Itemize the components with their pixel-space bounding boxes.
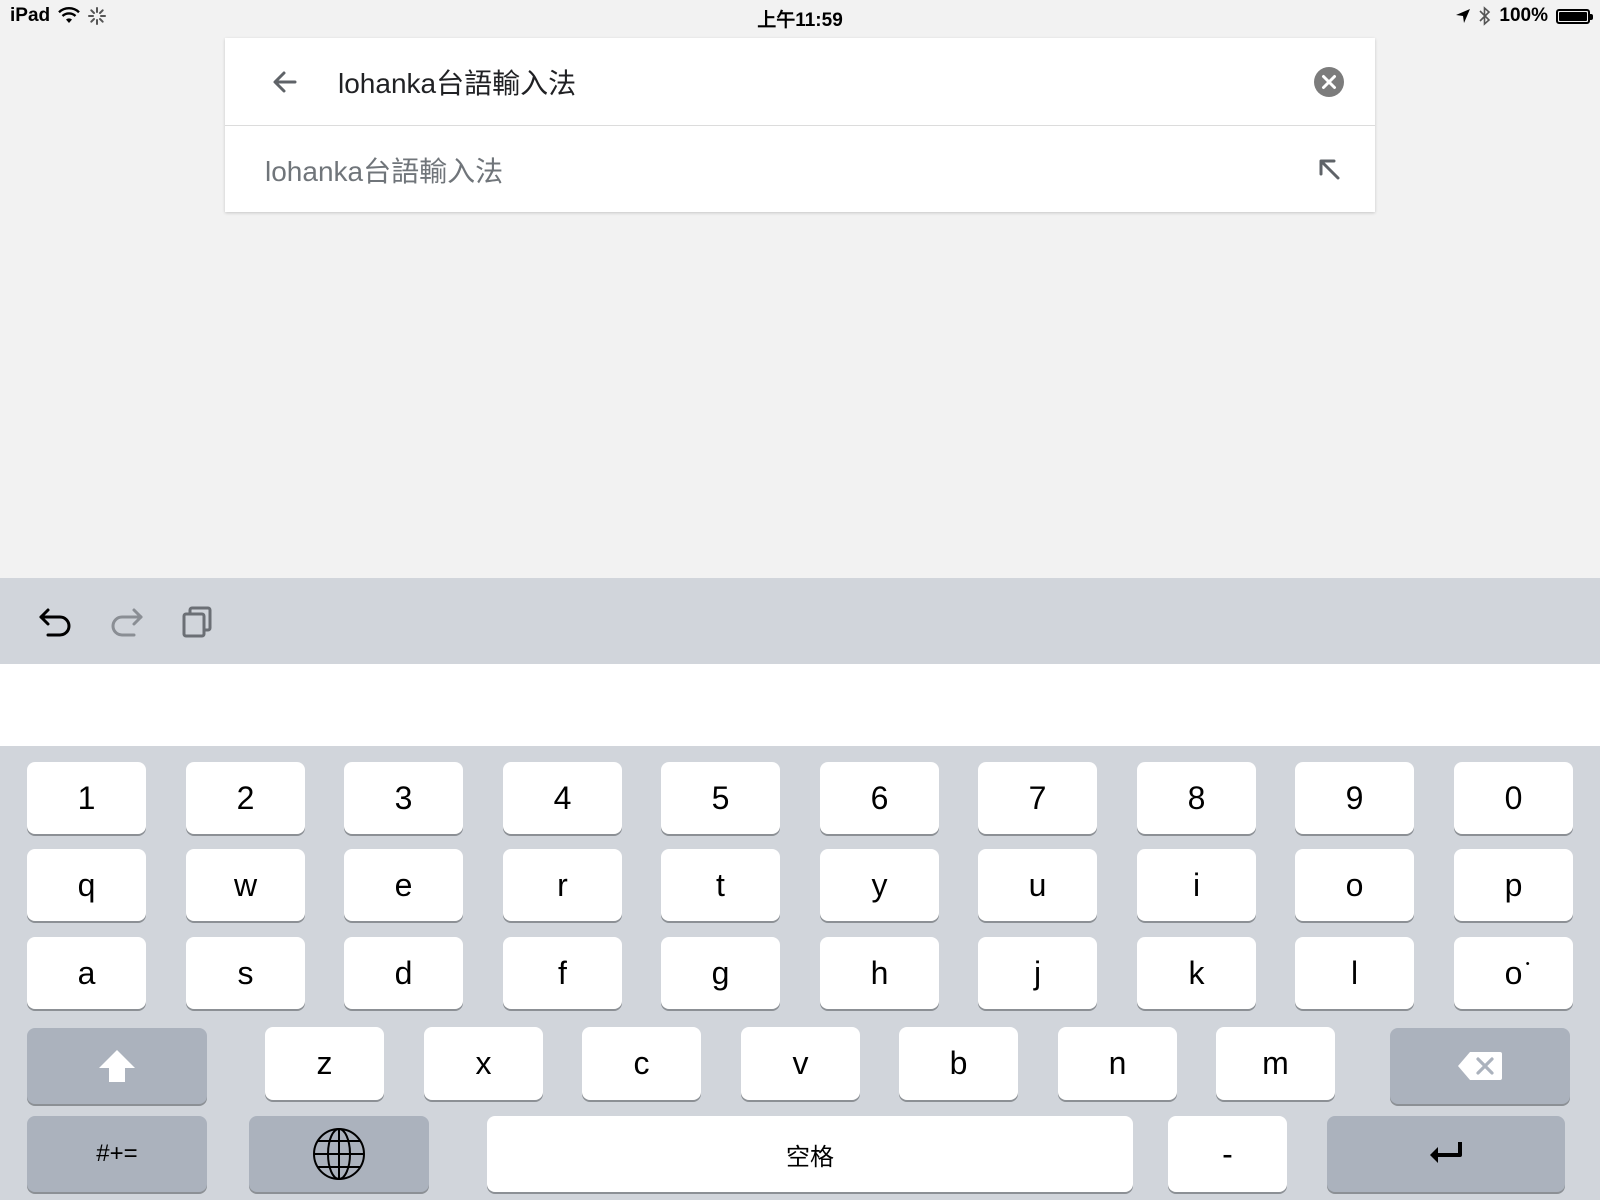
key[interactable]: f	[503, 937, 622, 1009]
key[interactable]: g	[661, 937, 780, 1009]
key[interactable]: b	[899, 1027, 1018, 1100]
symbols-key[interactable]: #+=	[27, 1116, 207, 1192]
key[interactable]: w	[186, 849, 305, 921]
battery-percent: 100%	[1499, 5, 1548, 26]
key[interactable]: n	[1058, 1027, 1177, 1100]
shift-key[interactable]	[27, 1028, 207, 1104]
key[interactable]: a	[27, 937, 146, 1009]
key[interactable]: m	[1216, 1027, 1335, 1100]
key[interactable]: o͘	[1454, 937, 1573, 1009]
dash-key[interactable]: -	[1168, 1116, 1287, 1192]
search-bar: lohanka台語輸入法	[225, 38, 1375, 126]
key[interactable]: l	[1295, 937, 1414, 1009]
battery-level	[1559, 11, 1587, 21]
status-bar: iPad 上午11:59 100%	[0, 0, 1600, 32]
key[interactable]: t	[661, 849, 780, 921]
suggestion-text: lohanka台語輸入法	[265, 156, 504, 187]
location-arrow-icon	[1456, 9, 1471, 23]
key[interactable]: v	[741, 1027, 860, 1100]
key[interactable]: h	[820, 937, 939, 1009]
key[interactable]: u	[978, 849, 1097, 921]
key[interactable]: x	[424, 1027, 543, 1100]
clipboard-icon[interactable]	[178, 602, 218, 642]
shift-icon	[99, 1050, 135, 1082]
search-input[interactable]: lohanka台語輸入法	[338, 62, 576, 102]
backspace-icon	[1458, 1052, 1502, 1080]
clear-search-icon[interactable]	[1313, 66, 1345, 98]
back-arrow-icon[interactable]	[269, 66, 301, 98]
key[interactable]: 6	[820, 762, 939, 834]
bluetooth-icon	[1479, 6, 1491, 26]
key[interactable]: 4	[503, 762, 622, 834]
key[interactable]: o	[1295, 849, 1414, 921]
key[interactable]: d	[344, 937, 463, 1009]
return-key[interactable]	[1327, 1116, 1565, 1192]
key[interactable]: 3	[344, 762, 463, 834]
globe-icon	[313, 1128, 365, 1180]
redo-icon[interactable]	[106, 602, 146, 642]
candidate-bar	[0, 664, 1600, 746]
key[interactable]: 2	[186, 762, 305, 834]
search-panel: lohanka台語輸入法 lohanka台語輸入法	[225, 38, 1375, 212]
space-key[interactable]: 空格	[487, 1116, 1133, 1192]
key[interactable]: e	[344, 849, 463, 921]
key[interactable]: 9	[1295, 762, 1414, 834]
keyboard-toolbar	[0, 578, 1600, 664]
keyboard: 1234567890 qwertyuiop a s d f g h j k l o͘ zxcvbn…	[0, 746, 1600, 1200]
battery-icon	[1556, 8, 1593, 24]
key[interactable]: r	[503, 849, 622, 921]
key[interactable]: 1	[27, 762, 146, 834]
key[interactable]: k	[1137, 937, 1256, 1009]
status-time: 上午11:59	[757, 10, 843, 31]
key[interactable]: 5	[661, 762, 780, 834]
key[interactable]: s	[186, 937, 305, 1009]
suggestion-item[interactable]: lohanka台語輸入法	[225, 126, 1375, 212]
status-right: 100%	[1455, 5, 1593, 27]
key[interactable]: q	[27, 849, 146, 921]
return-icon	[1430, 1142, 1462, 1163]
key[interactable]: y	[820, 849, 939, 921]
key[interactable]: c	[582, 1027, 701, 1100]
key[interactable]: 7	[978, 762, 1097, 834]
key[interactable]: p	[1454, 849, 1573, 921]
undo-icon[interactable]	[36, 602, 76, 642]
fill-query-arrow-icon[interactable]	[1313, 153, 1345, 185]
key[interactable]: 0	[1454, 762, 1573, 834]
key[interactable]: i	[1137, 849, 1256, 921]
key[interactable]: z	[265, 1027, 384, 1100]
key[interactable]: j	[978, 937, 1097, 1009]
screen: iPad 上午11:59 100% lohanka台語輸入法 lohanka台語…	[0, 0, 1600, 1200]
key[interactable]: 8	[1137, 762, 1256, 834]
globe-key[interactable]	[249, 1116, 429, 1192]
backspace-key[interactable]	[1390, 1028, 1570, 1104]
